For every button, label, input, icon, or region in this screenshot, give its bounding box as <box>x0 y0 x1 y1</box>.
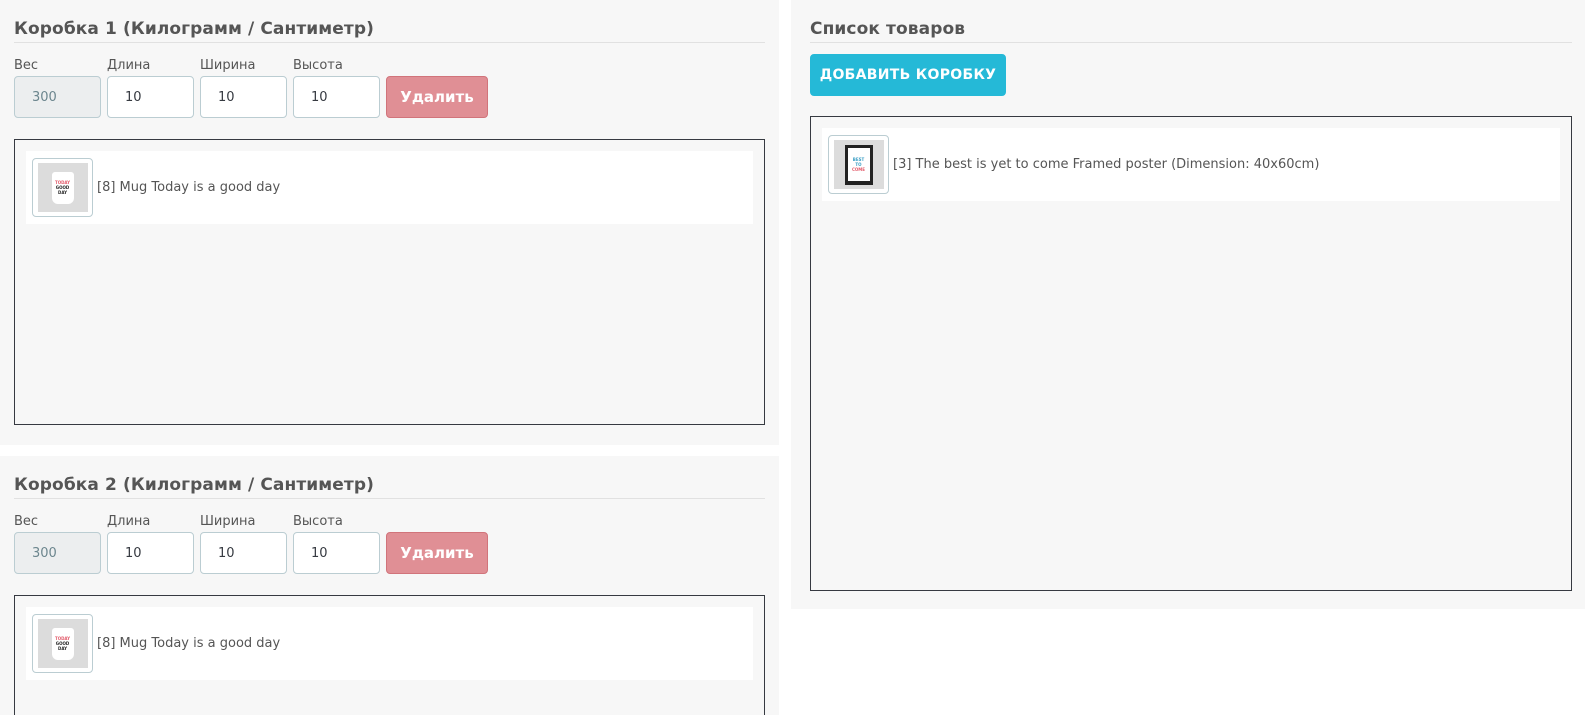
product-list-panel: Список товаров ДОБАВИТЬ КОРОБКУ BEST TO … <box>791 0 1585 609</box>
product-label: [3] The best is yet to come Framed poste… <box>893 157 1320 172</box>
length-label: Длина <box>107 514 151 529</box>
mug-image-icon: TODAY GOOD DAY <box>32 614 93 673</box>
length-field: Длина <box>107 514 194 574</box>
width-field: Ширина <box>200 514 287 574</box>
length-label: Длина <box>107 58 151 73</box>
product-item[interactable]: TODAY GOOD DAY [8] Mug Today is a good d… <box>26 607 753 680</box>
mug-image-icon: TODAY GOOD DAY <box>32 158 93 217</box>
length-field: Длина <box>107 58 194 118</box>
length-input[interactable] <box>107 76 194 118</box>
height-field: Высота <box>293 58 380 118</box>
weight-label: Вес <box>14 58 39 73</box>
product-list-title: Список товаров <box>810 0 1572 43</box>
weight-field: Вес <box>14 58 101 118</box>
height-input[interactable] <box>293 532 380 574</box>
box-2-drop-area[interactable]: TODAY GOOD DAY [8] Mug Today is a good d… <box>14 595 765 715</box>
add-box-button[interactable]: ДОБАВИТЬ КОРОБКУ <box>810 54 1006 96</box>
product-list-drop-area[interactable]: BEST TO COME [3] The best is yet to come… <box>810 116 1572 591</box>
weight-input[interactable] <box>14 76 101 118</box>
box-1-dimension-fields: Вес Длина Ширина Высота Удалить <box>14 58 765 118</box>
box-2-dimension-fields: Вес Длина Ширина Высота Удалить <box>14 514 765 574</box>
length-input[interactable] <box>107 532 194 574</box>
height-input[interactable] <box>293 76 380 118</box>
box-1-panel: Коробка 1 (Килограмм / Сантиметр) Вес Дл… <box>0 0 779 445</box>
height-field: Высота <box>293 514 380 574</box>
box-1-drop-area[interactable]: TODAY GOOD DAY [8] Mug Today is a good d… <box>14 139 765 425</box>
box-2-title: Коробка 2 (Килограмм / Сантиметр) <box>14 456 765 499</box>
height-label: Высота <box>293 58 343 73</box>
width-input[interactable] <box>200 532 287 574</box>
product-label: [8] Mug Today is a good day <box>97 636 281 651</box>
product-item[interactable]: TODAY GOOD DAY [8] Mug Today is a good d… <box>26 151 753 224</box>
weight-label: Вес <box>14 514 39 529</box>
width-label: Ширина <box>200 514 256 529</box>
box-1-title: Коробка 1 (Килограмм / Сантиметр) <box>14 0 765 43</box>
weight-input[interactable] <box>14 532 101 574</box>
width-field: Ширина <box>200 58 287 118</box>
width-label: Ширина <box>200 58 256 73</box>
box-2-panel: Коробка 2 (Килограмм / Сантиметр) Вес Дл… <box>0 456 779 715</box>
product-item[interactable]: BEST TO COME [3] The best is yet to come… <box>822 128 1560 201</box>
width-input[interactable] <box>200 76 287 118</box>
delete-box-button[interactable]: Удалить <box>386 532 488 574</box>
weight-field: Вес <box>14 514 101 574</box>
height-label: Высота <box>293 514 343 529</box>
product-label: [8] Mug Today is a good day <box>97 180 281 195</box>
delete-box-button[interactable]: Удалить <box>386 76 488 118</box>
poster-image-icon: BEST TO COME <box>828 135 889 194</box>
